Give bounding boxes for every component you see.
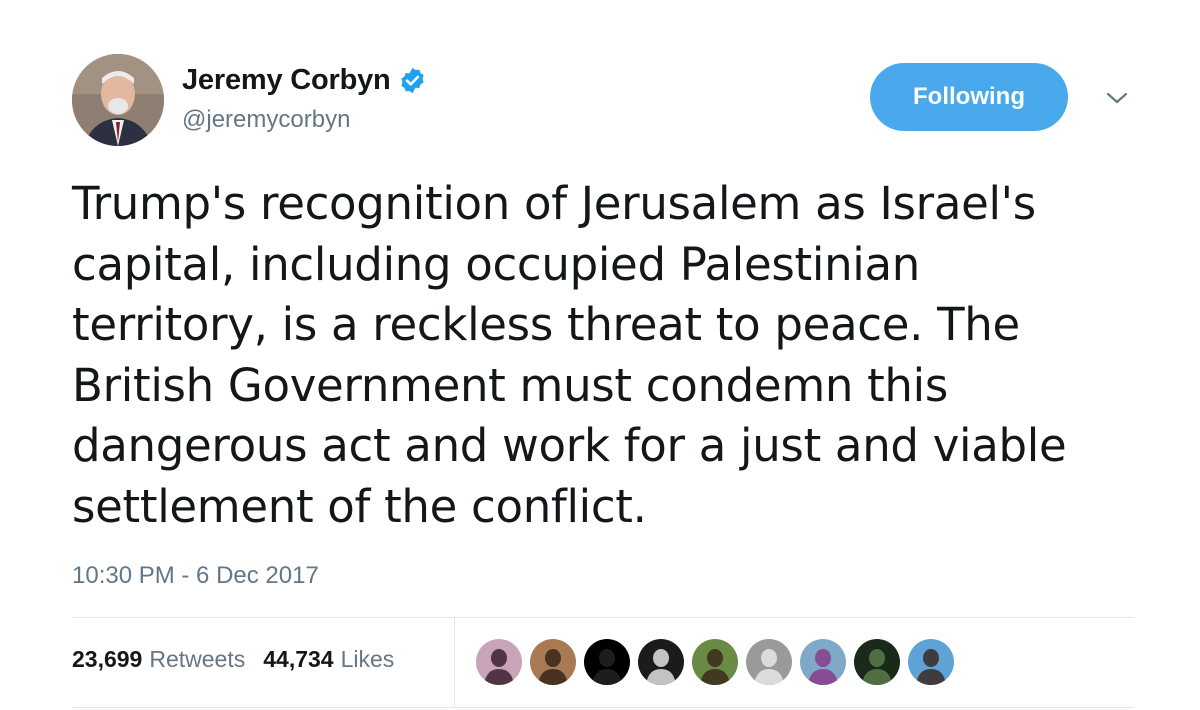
liker-avatar-1[interactable]: [476, 639, 522, 685]
likes-count: 44,734: [263, 646, 334, 672]
liker-avatar-6[interactable]: [746, 639, 792, 685]
tweet-timestamp[interactable]: 10:30 PM - 6 Dec 2017: [72, 562, 319, 590]
retweets-stat[interactable]: 23,699 Retweets: [72, 646, 245, 673]
author-handle[interactable]: @jeremycorbyn: [182, 106, 350, 134]
retweets-label: Retweets: [149, 646, 246, 672]
likes-stat[interactable]: 44,734 Likes: [263, 646, 394, 673]
liker-avatar-4[interactable]: [638, 639, 684, 685]
liker-avatar-8[interactable]: [854, 639, 900, 685]
liker-avatars: [476, 639, 962, 685]
liker-avatar-2[interactable]: [530, 639, 576, 685]
likes-label: Likes: [340, 646, 395, 672]
divider: [72, 617, 1134, 618]
verified-badge-icon: [398, 66, 427, 95]
stats-separator: [454, 618, 455, 707]
tweet-text: Trump's recognition of Jerusalem as Isra…: [72, 177, 1067, 533]
chevron-down-icon[interactable]: [1104, 88, 1130, 108]
liker-avatar-5[interactable]: [692, 639, 738, 685]
tweet-card: Jeremy Corbyn @jeremycorbyn Following Tr…: [0, 0, 1200, 710]
author-display-name[interactable]: Jeremy Corbyn: [182, 64, 391, 97]
tweet-stats: 23,699 Retweets 44,734 Likes: [72, 646, 412, 673]
retweets-count: 23,699: [72, 646, 143, 672]
following-button[interactable]: Following: [870, 63, 1068, 131]
author-name-row[interactable]: Jeremy Corbyn: [182, 62, 427, 98]
liker-avatar-7[interactable]: [800, 639, 846, 685]
liker-avatar-3[interactable]: [584, 639, 630, 685]
author-avatar[interactable]: [72, 54, 164, 146]
divider: [72, 707, 1134, 708]
liker-avatar-9[interactable]: [908, 639, 954, 685]
